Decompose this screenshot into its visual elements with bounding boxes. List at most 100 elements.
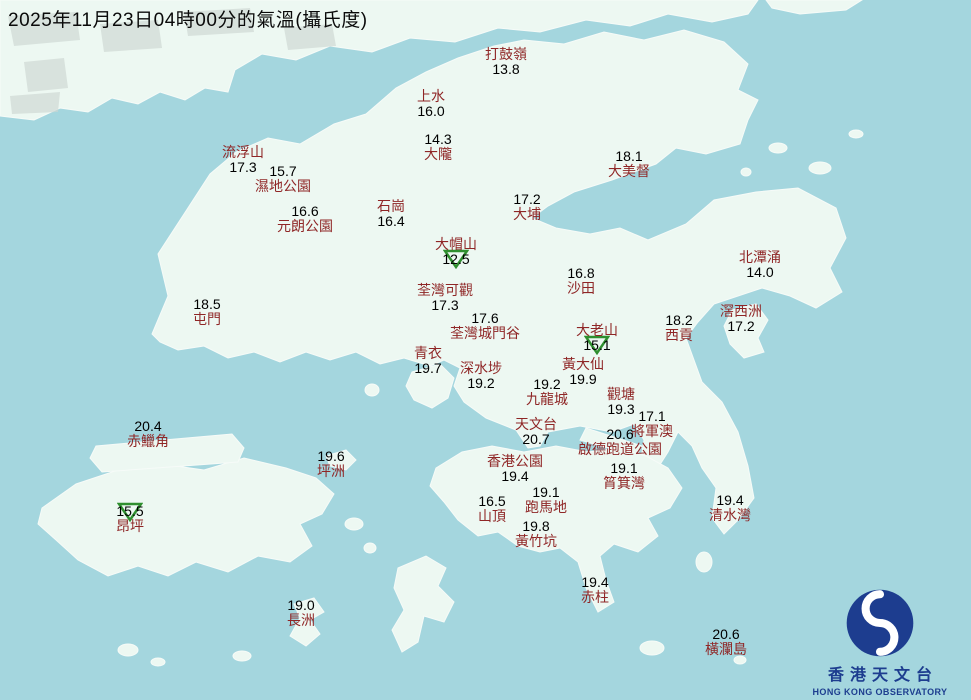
station-temperature: 16.4 [377,213,405,229]
station-name: 大美督 [608,163,650,179]
station: 荃灣城門谷 17.6 [450,311,520,341]
station: 九龍城 19.2 [526,377,568,407]
station-name: 山頂 [478,508,506,524]
station: 青衣 19.7 [414,346,442,376]
station-name: 筲箕灣 [603,475,645,491]
station-name: 上水 [417,88,445,104]
station: 天文台 20.7 [515,417,557,447]
station: 大埔 17.2 [513,192,541,222]
station-temperature: 19.4 [501,468,529,484]
station: 打鼓嶺 13.8 [485,47,527,77]
station-name: 元朗公園 [277,218,333,234]
station-name: 荃灣可觀 [417,282,473,298]
station-temperature: 16.6 [291,203,319,219]
station: 大老山 15.1 [576,322,618,355]
station-temperature: 15.1 [583,337,611,353]
station-name: 橫瀾島 [705,641,747,657]
station-temperature: 17.6 [471,310,499,326]
station-name: 香港公園 [487,453,543,469]
station-name: 濕地公園 [255,178,311,194]
hko-logo: 香港天文台 HONG KONG OBSERVATORY [795,587,965,697]
station-temperature: 15.5 [116,503,144,519]
station: 沙田 16.8 [567,266,595,296]
station-temperature: 19.4 [716,492,744,508]
station-name: 赤柱 [581,589,609,605]
station: 大隴 14.3 [424,132,452,162]
station: 橫瀾島 20.6 [705,627,747,657]
station-name: 赤鱲角 [127,433,169,449]
station-temperature: 17.1 [638,408,666,424]
station: 西貢 18.2 [665,313,693,343]
station-temperature: 20.6 [606,426,634,442]
station-temperature: 19.4 [581,574,609,590]
station-name: 大帽山 [435,236,477,252]
station-name: 昂坪 [116,518,144,534]
station-temperature: 17.2 [727,318,755,334]
station: 大帽山 12.5 [435,236,477,269]
station-temperature: 20.6 [712,626,740,642]
station-name: 打鼓嶺 [485,46,527,62]
station: 長洲 19.0 [287,598,315,628]
temperature-map: 2025年11月23日04時00分的氣溫(攝氏度) 打鼓嶺 13.8 上水 16.0 大… [0,0,971,700]
station-temperature: 17.2 [513,191,541,207]
station: 荃灣可觀 17.3 [417,283,473,313]
station: 上水 16.0 [417,89,445,119]
station-name: 清水灣 [709,507,751,523]
station-temperature: 19.1 [532,484,560,500]
station-name: 觀塘 [607,386,635,402]
station-name: 大隴 [424,146,452,162]
station-name: 跑馬地 [525,499,567,515]
station-name: 大老山 [576,322,618,338]
station-name: 西貢 [665,327,693,343]
station-temperature: 19.2 [467,375,495,391]
station-temperature: 16.0 [417,103,445,119]
station-name: 青衣 [414,345,442,361]
station: 香港公園 19.4 [487,454,543,484]
station: 元朗公園 16.6 [277,204,333,234]
station: 昂坪 15.5 [116,502,144,534]
map-title: 2025年11月23日04時00分的氣溫(攝氏度) [8,10,368,31]
station-name: 屯門 [193,311,221,327]
station-temperature: 16.5 [478,493,506,509]
station: 清水灣 19.4 [709,493,751,523]
station-name: 荃灣城門谷 [450,325,520,341]
station-name: 北潭涌 [739,249,781,265]
hko-logo-name-chinese: 香港天文台 [827,667,938,684]
station: 筲箕灣 19.1 [603,461,645,491]
station-name: 啟德跑道公園 [578,441,662,457]
station-temperature: 18.1 [615,148,643,164]
station-temperature: 15.7 [269,163,297,179]
station-temperature: 12.5 [442,251,470,267]
station-temperature: 20.7 [522,431,550,447]
station-temperature: 14.3 [424,131,452,147]
station: 黃竹坑 19.8 [515,519,557,549]
station: 北潭涌 14.0 [739,250,781,280]
station-temperature: 13.8 [492,61,520,77]
station: 屯門 18.5 [193,297,221,327]
station-name: 深水埗 [460,360,502,376]
station-temperature: 19.2 [533,376,561,392]
station-temperature: 19.6 [317,448,345,464]
station: 坪洲 19.6 [317,449,345,479]
station: 大美督 18.1 [608,149,650,179]
station-name: 流浮山 [222,144,264,160]
station-temperature: 20.4 [134,418,162,434]
station-temperature: 18.2 [665,312,693,328]
station: 跑馬地 19.1 [525,485,567,515]
station-temperature: 18.5 [193,296,221,312]
station-name: 石崗 [377,198,405,214]
station: 滘西洲 17.2 [720,304,762,334]
station: 赤柱 19.4 [581,575,609,605]
station-temperature: 17.3 [229,159,257,175]
station-name: 九龍城 [526,391,568,407]
hko-logo-name-english: HONG KONG OBSERVATORY [812,687,948,697]
station: 啟德跑道公園 20.6 [578,427,662,457]
station-name: 坪洲 [317,463,345,479]
station-name: 大埔 [513,206,541,222]
station: 石崗 16.4 [377,199,405,229]
station-temperature: 19.9 [569,371,597,387]
station-temperature: 14.0 [746,264,774,280]
station-temperature: 19.7 [414,360,442,376]
station-temperature: 19.1 [610,460,638,476]
station: 赤鱲角 20.4 [127,419,169,449]
